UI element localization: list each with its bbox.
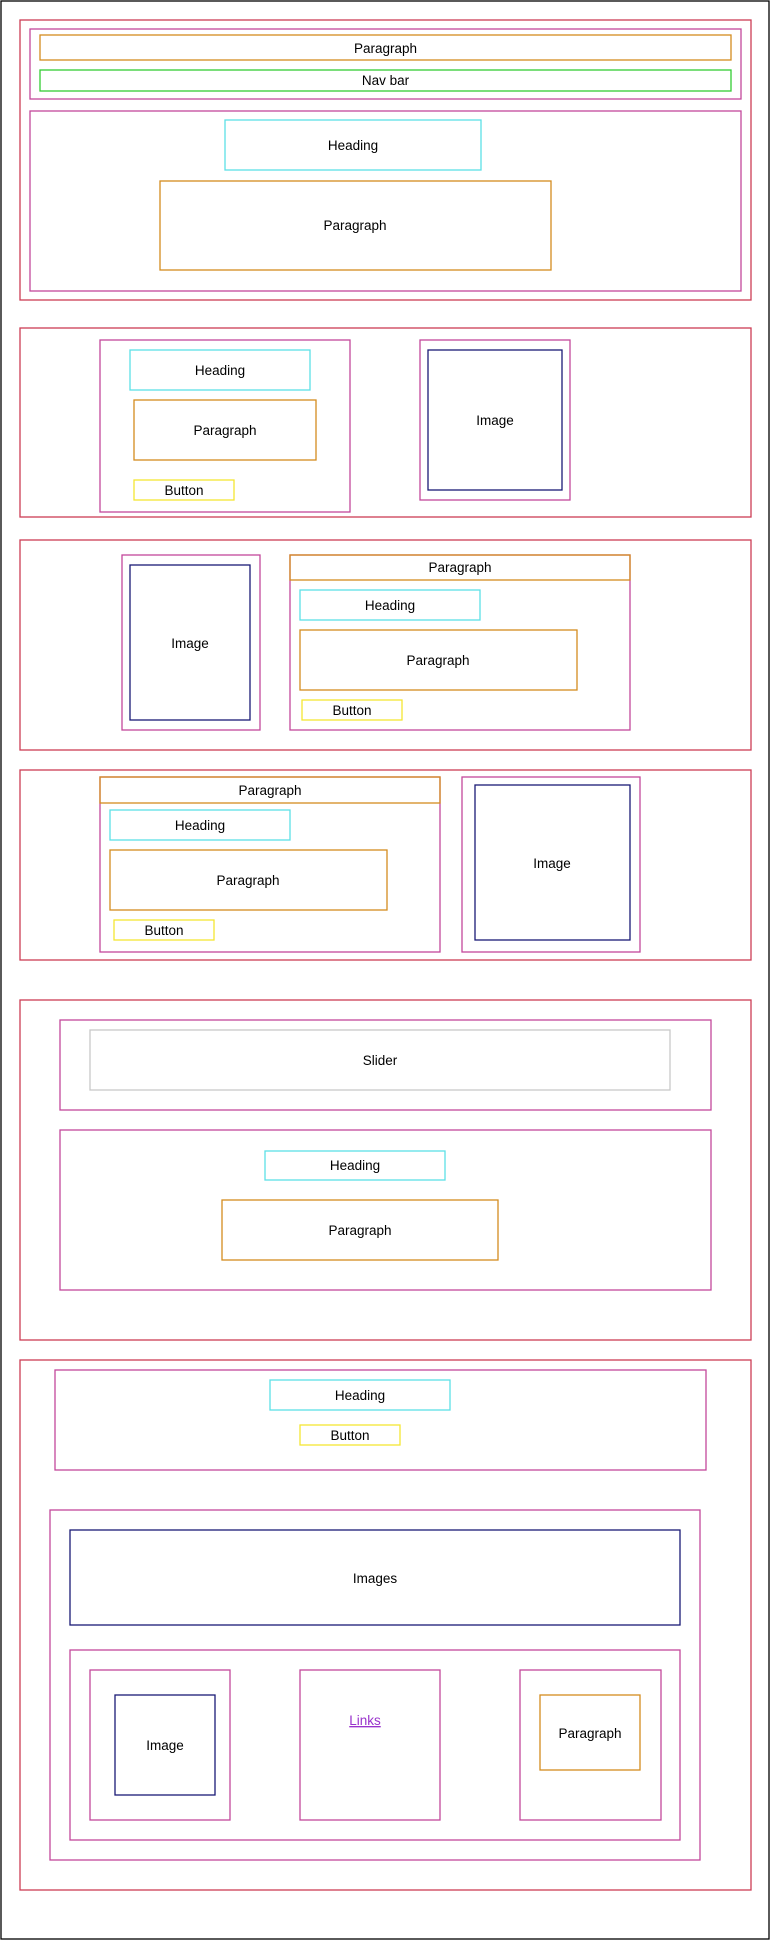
header-container: Paragraph Nav bar bbox=[29, 28, 742, 100]
header-paragraph: Paragraph bbox=[39, 34, 732, 61]
feature-1-text-container: Heading Paragraph Button bbox=[99, 339, 351, 513]
hero-paragraph-label: Paragraph bbox=[323, 218, 386, 233]
images-banner: Images bbox=[69, 1529, 681, 1626]
gallery-container: Images Image Links Paragraph bbox=[49, 1509, 701, 1861]
images-banner-label: Images bbox=[353, 1571, 398, 1586]
slider-paragraph: Paragraph bbox=[221, 1199, 499, 1261]
feature-2-image: Image bbox=[129, 564, 251, 721]
section-footer: Heading Button Images Image Links Paragr… bbox=[19, 1359, 752, 1891]
feature-1-heading-label: Heading bbox=[195, 363, 245, 378]
section-feature-1: Heading Paragraph Button Image bbox=[19, 327, 752, 518]
wireframe-canvas: Paragraph Nav bar Heading Paragraph Head… bbox=[0, 0, 770, 1940]
feature-2-button-label: Button bbox=[332, 703, 371, 718]
footer-links[interactable]: Links bbox=[349, 1713, 381, 1728]
feature-3-paragraph-label: Paragraph bbox=[216, 873, 279, 888]
feature-1-image: Image bbox=[427, 349, 563, 491]
slider-paragraph-label: Paragraph bbox=[328, 1223, 391, 1238]
nav-bar[interactable]: Nav bar bbox=[39, 69, 732, 92]
feature-3-image: Image bbox=[474, 784, 631, 941]
cta-heading: Heading bbox=[269, 1379, 451, 1411]
feature-2-image-container: Image bbox=[121, 554, 261, 731]
footer-links-column: Links bbox=[299, 1669, 441, 1821]
page-frame bbox=[0, 0, 770, 1940]
cta-button-label: Button bbox=[330, 1428, 369, 1443]
feature-3-image-label: Image bbox=[533, 856, 571, 871]
cta-button[interactable]: Button bbox=[299, 1424, 401, 1446]
footer-paragraph-label: Paragraph bbox=[558, 1726, 621, 1741]
footer-image-label: Image bbox=[146, 1738, 184, 1753]
section-slider: Slider Heading Paragraph bbox=[19, 999, 752, 1341]
feature-3-button-label: Button bbox=[144, 923, 183, 938]
feature-3-heading: Heading bbox=[109, 809, 291, 841]
feature-1-image-label: Image bbox=[476, 413, 514, 428]
feature-3-paragraph: Paragraph bbox=[109, 849, 388, 911]
feature-2-heading-label: Heading bbox=[365, 598, 415, 613]
feature-2-paragraph: Paragraph bbox=[299, 629, 578, 691]
feature-3-heading-label: Heading bbox=[175, 818, 225, 833]
hero-heading-label: Heading bbox=[328, 138, 378, 153]
feature-3-button[interactable]: Button bbox=[113, 919, 215, 941]
section-feature-3: Paragraph Heading Paragraph Button Image bbox=[19, 769, 752, 961]
feature-3-text-container: Paragraph Heading Paragraph Button bbox=[99, 776, 441, 953]
feature-1-button[interactable]: Button bbox=[133, 479, 235, 501]
feature-1-image-container: Image bbox=[419, 339, 571, 501]
cta-heading-label: Heading bbox=[335, 1388, 385, 1403]
feature-3-top-paragraph-label: Paragraph bbox=[238, 783, 301, 798]
feature-3-image-container: Image bbox=[461, 776, 641, 953]
feature-2-image-label: Image bbox=[171, 636, 209, 651]
slider-label: Slider bbox=[363, 1053, 398, 1068]
feature-2-button[interactable]: Button bbox=[301, 699, 403, 721]
feature-2-top-paragraph-label: Paragraph bbox=[428, 560, 491, 575]
feature-1-button-label: Button bbox=[164, 483, 203, 498]
section-header: Paragraph Nav bar Heading Paragraph bbox=[19, 19, 752, 301]
feature-1-heading: Heading bbox=[129, 349, 311, 391]
feature-1-paragraph-label: Paragraph bbox=[193, 423, 256, 438]
footer-paragraph-column: Paragraph bbox=[519, 1669, 662, 1821]
footer-paragraph: Paragraph bbox=[539, 1694, 641, 1771]
slider[interactable]: Slider bbox=[89, 1029, 671, 1091]
hero-heading: Heading bbox=[224, 119, 482, 171]
footer-image-column: Image bbox=[89, 1669, 231, 1821]
slider-text-container: Heading Paragraph bbox=[59, 1129, 712, 1291]
hero-paragraph: Paragraph bbox=[159, 180, 552, 271]
footer-image: Image bbox=[114, 1694, 216, 1796]
feature-2-heading: Heading bbox=[299, 589, 481, 621]
footer-columns-container: Image Links Paragraph bbox=[69, 1649, 681, 1841]
header-paragraph-label: Paragraph bbox=[354, 41, 417, 56]
slider-heading: Heading bbox=[264, 1150, 446, 1181]
feature-2-text-container: Paragraph Heading Paragraph Button bbox=[289, 554, 631, 731]
feature-1-paragraph: Paragraph bbox=[133, 399, 317, 461]
cta-container: Heading Button bbox=[54, 1369, 707, 1471]
feature-2-paragraph-label: Paragraph bbox=[406, 653, 469, 668]
feature-3-top-paragraph: Paragraph bbox=[99, 776, 441, 804]
slider-container: Slider bbox=[59, 1019, 712, 1111]
slider-heading-label: Heading bbox=[330, 1158, 380, 1173]
feature-2-top-paragraph: Paragraph bbox=[289, 554, 631, 581]
nav-bar-label: Nav bar bbox=[362, 73, 410, 88]
hero-container: Heading Paragraph bbox=[29, 110, 742, 292]
section-feature-2: Image Paragraph Heading Paragraph Button bbox=[19, 539, 752, 751]
